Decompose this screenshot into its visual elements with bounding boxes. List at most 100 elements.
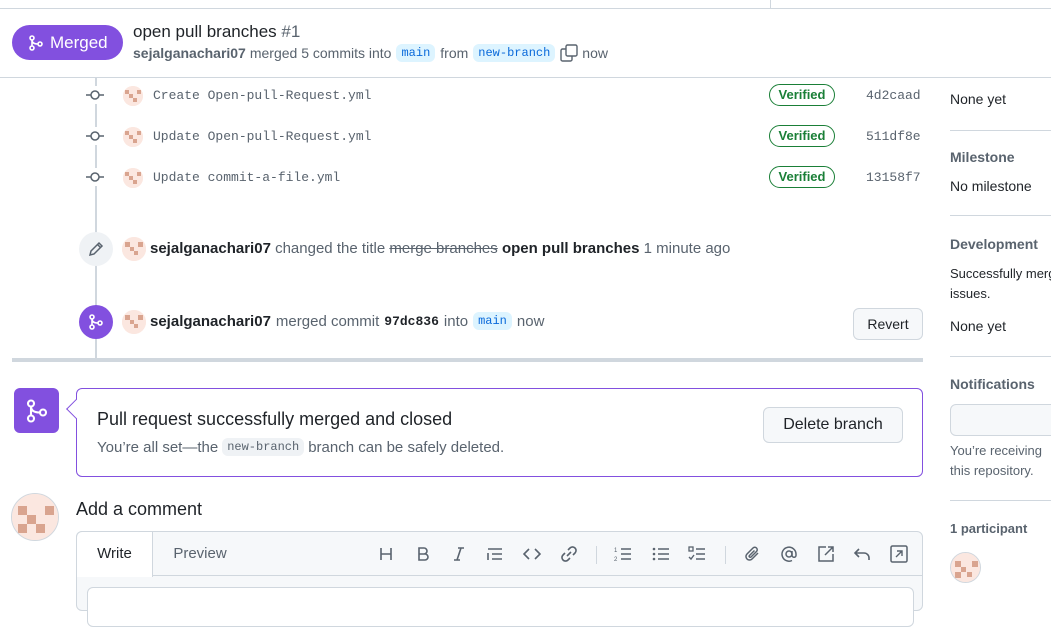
delete-branch-button[interactable]: Delete branch (763, 407, 903, 443)
reply-icon[interactable] (852, 544, 872, 564)
revert-button[interactable]: Revert (853, 308, 923, 340)
pr-number: #1 (281, 22, 301, 41)
fullscreen-icon[interactable] (889, 544, 909, 564)
verified-badge[interactable]: Verified (769, 125, 835, 147)
avatar[interactable] (123, 127, 143, 147)
comment-textarea[interactable] (87, 587, 914, 627)
avatar[interactable] (950, 552, 981, 583)
commit-row: Update commit-a-file.yml Verified 13158f… (80, 162, 925, 192)
avatar[interactable] (122, 310, 146, 334)
commit-sha-link[interactable]: 4d2caad (866, 88, 921, 103)
notifications-text: this repository. (950, 463, 1034, 478)
toolbar-separator (725, 546, 726, 564)
avatar[interactable] (123, 86, 143, 106)
development-text: issues. (950, 286, 991, 301)
head-branch-link[interactable]: new-branch (473, 44, 556, 62)
merged-sub-prefix: You’re all set—the (97, 438, 219, 456)
event-action: changed the title (275, 240, 386, 257)
pr-meta: sejalganachari07 merged 5 commits into m… (133, 44, 608, 62)
event-author-link[interactable]: sejalganachari07 (150, 313, 271, 330)
heading-icon[interactable] (376, 544, 396, 564)
commit-message-link[interactable]: Update commit-a-file.yml (153, 170, 340, 185)
attach-icon[interactable] (743, 544, 763, 564)
commit-row: Create Open-pull-Request.yml Verified 4d… (80, 80, 925, 110)
development-text: Successfully merg (950, 266, 1051, 281)
event-time-link[interactable]: 1 minute ago (644, 240, 731, 257)
pr-header: Merged open pull branches #1 sejalganach… (0, 0, 1051, 78)
head-branch-label[interactable]: new-branch (222, 438, 305, 456)
italic-icon[interactable] (449, 544, 469, 564)
sidebar-divider (950, 500, 1051, 501)
subscribe-button[interactable] (950, 404, 1051, 436)
merge-icon (79, 305, 113, 339)
sidebar-divider (950, 356, 1051, 357)
ordered-list-icon[interactable]: 12 (613, 544, 633, 564)
avatar[interactable] (11, 493, 59, 541)
base-branch-link[interactable]: main (396, 44, 436, 62)
milestone-label[interactable]: Milestone (950, 149, 1015, 165)
avatar[interactable] (122, 237, 146, 261)
old-title: merge branches (389, 240, 498, 257)
code-icon[interactable] (522, 544, 542, 564)
bold-icon[interactable] (413, 544, 433, 564)
merged-sub-suffix: branch can be safely deleted. (308, 438, 505, 456)
pr-author-link[interactable]: sejalganachari07 (133, 45, 246, 61)
from-text: from (440, 45, 469, 61)
pencil-icon (79, 232, 113, 266)
svg-text:2: 2 (614, 557, 618, 562)
merged-text: merged 5 commits into (249, 45, 392, 61)
commit-row: Update Open-pull-Request.yml Verified 51… (80, 121, 925, 151)
tab-write[interactable]: Write (76, 531, 153, 577)
quote-icon[interactable] (485, 544, 505, 564)
event-time-link[interactable]: now (517, 313, 545, 330)
svg-text:1: 1 (614, 548, 618, 554)
commit-icon (86, 127, 104, 145)
state-label: Merged (50, 32, 108, 52)
merge-icon (29, 34, 43, 51)
base-branch-link[interactable]: main (473, 312, 512, 330)
tab-preview[interactable]: Preview (161, 532, 239, 576)
merged-state-badge: Merged (12, 25, 123, 60)
development-label[interactable]: Development (950, 236, 1038, 252)
editor-tabbar: Write Preview 12 (76, 531, 922, 577)
development-value: None yet (950, 318, 1007, 334)
pr-time: now (582, 45, 608, 61)
box-caret (66, 399, 86, 419)
merged-status-box: Pull request successfully merged and clo… (66, 388, 923, 477)
merge-event-text: sejalganachari07 merged commit 97dc836 i… (150, 312, 544, 330)
commit-sha-link[interactable]: 13158f7 (866, 170, 921, 185)
task-list-icon[interactable] (687, 544, 707, 564)
event-author-link[interactable]: sejalganachari07 (150, 240, 271, 257)
timeline-end-divider (12, 358, 923, 362)
comment-editor: Write Preview 12 (76, 531, 923, 627)
sidebar-divider (950, 130, 1051, 131)
top-divider (0, 8, 1051, 9)
commit-icon (86, 86, 104, 104)
commit-message-link[interactable]: Create Open-pull-Request.yml (153, 88, 371, 103)
cross-reference-icon[interactable] (816, 544, 836, 564)
mention-icon[interactable] (779, 544, 799, 564)
merge-icon (14, 388, 59, 433)
notifications-label: Notifications (950, 376, 1035, 392)
comment-heading: Add a comment (76, 499, 203, 519)
notifications-text: You’re receiving (950, 443, 1043, 458)
avatar[interactable] (123, 168, 143, 188)
top-divider-tick (770, 0, 771, 8)
merged-subtitle: You’re all set—the new-branch branch can… (97, 438, 504, 456)
unordered-list-icon[interactable] (651, 544, 671, 564)
merge-commit-link[interactable]: 97dc836 (384, 314, 439, 329)
into-text: into (443, 312, 469, 330)
commit-message-link[interactable]: Update Open-pull-Request.yml (153, 129, 371, 144)
sidebar-divider (950, 215, 1051, 216)
verified-badge[interactable]: Verified (769, 84, 835, 106)
event-action: merged commit (275, 312, 380, 330)
pr-title: open pull branches #1 (133, 22, 300, 42)
copy-icon[interactable] (560, 44, 578, 62)
new-title: open pull branches (501, 240, 640, 257)
link-icon[interactable] (559, 544, 579, 564)
commit-sha-link[interactable]: 511df8e (866, 129, 921, 144)
verified-badge[interactable]: Verified (769, 166, 835, 188)
merged-title: Pull request successfully merged and clo… (97, 409, 453, 429)
toolbar-separator (596, 546, 597, 564)
commit-icon (86, 168, 104, 186)
